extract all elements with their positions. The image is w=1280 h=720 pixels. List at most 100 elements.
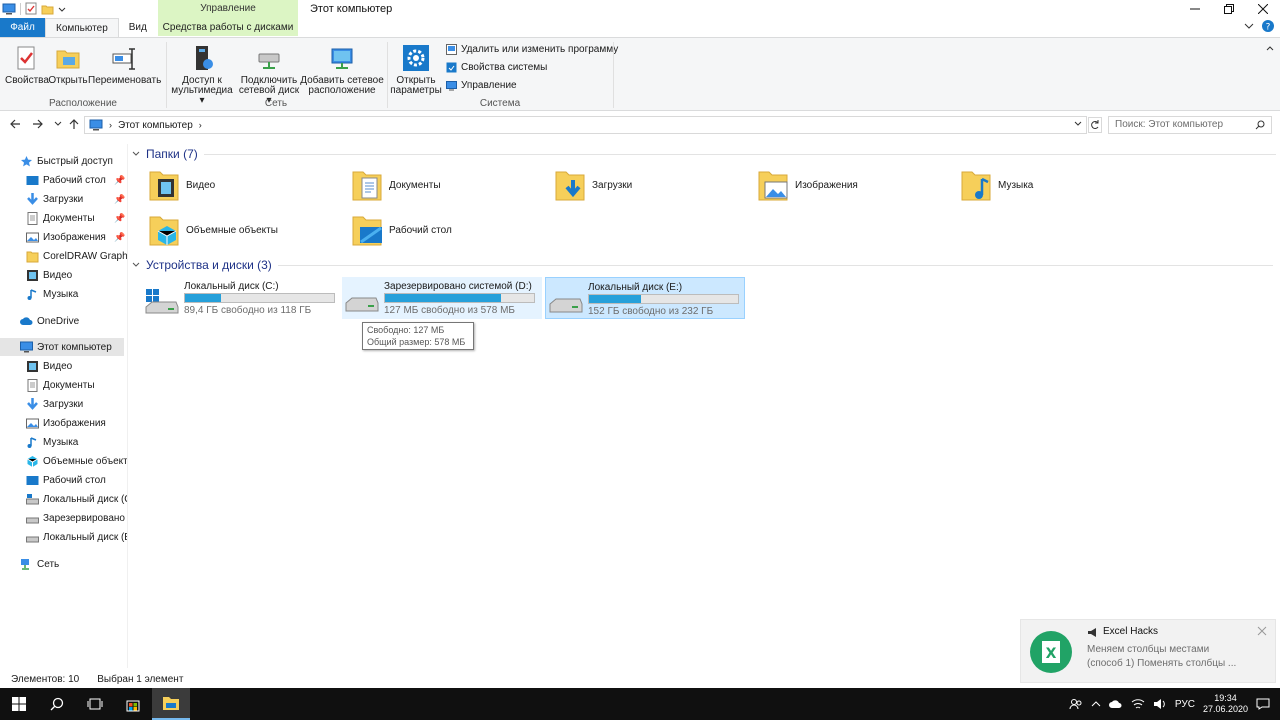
breadcrumb-separator-icon[interactable]: › [109, 120, 112, 130]
nav-pc-documents[interactable]: Документы [0, 376, 127, 394]
ribbon-tabs: Файл Компьютер Вид Средства работы с дис… [0, 18, 1280, 37]
nav-item-music[interactable]: Музыка [0, 285, 127, 303]
folder-documents[interactable]: Документы [351, 168, 441, 202]
nav-pc-downloads[interactable]: Загрузки [0, 395, 127, 413]
drive-e[interactable]: Локальный диск (E:) 152 ГБ свободно из 2… [545, 277, 745, 319]
desktop-icon [26, 174, 39, 187]
system-properties-button[interactable]: Свойства системы [446, 62, 547, 73]
search-icon[interactable] [1255, 120, 1265, 130]
nav-pc-videos[interactable]: Видео [0, 357, 127, 375]
store-icon[interactable] [114, 688, 152, 720]
nav-pc-music[interactable]: Музыка [0, 433, 127, 451]
minimize-button[interactable] [1178, 0, 1212, 18]
nav-pc-desktop[interactable]: Рабочий стол [0, 471, 127, 489]
chevron-up-icon[interactable] [1091, 700, 1101, 708]
rename-button[interactable]: Переименовать [88, 44, 161, 86]
media-access-button[interactable]: Доступ к мультимедиа ▾ [168, 44, 236, 106]
folder-videos[interactable]: Видео [148, 168, 215, 202]
back-arrow-icon[interactable] [9, 118, 21, 130]
help-icon[interactable]: ? [1262, 20, 1274, 32]
task-view-button[interactable] [76, 688, 114, 720]
nav-pc-drive-c[interactable]: Локальный диск (C [0, 490, 127, 508]
drive-d[interactable]: Зарезервировано системой (D:) 127 МБ сво… [342, 277, 542, 319]
open-button[interactable]: Открыть [48, 44, 88, 86]
uninstall-program-button[interactable]: Удалить или изменить программу [446, 44, 618, 55]
close-button[interactable] [1246, 0, 1280, 18]
item-count: Элементов: 10 [11, 673, 80, 685]
nav-pc-3d-objects[interactable]: Объемные объекты [0, 452, 127, 470]
nav-pc-drive-e[interactable]: Локальный диск (E [0, 528, 127, 546]
add-network-location-button[interactable]: Добавить сетевое расположение [300, 44, 384, 96]
address-bar[interactable]: › Этот компьютер › [84, 116, 1087, 134]
manage-button[interactable]: Управление [446, 80, 517, 91]
notification-center-icon[interactable] [1256, 698, 1270, 710]
address-dropdown-icon[interactable] [1074, 121, 1082, 127]
pictures-folder-icon [757, 168, 789, 202]
people-icon[interactable] [1069, 698, 1083, 710]
notification-toast[interactable]: X Excel Hacks Меняем столбцы местами (сп… [1020, 619, 1276, 683]
nav-this-pc[interactable]: Этот компьютер [0, 338, 124, 356]
chevron-down-icon[interactable] [1244, 22, 1254, 30]
nav-item-pictures[interactable]: Изображения 📌 [0, 228, 127, 246]
tab-view[interactable]: Вид [119, 18, 157, 37]
forward-arrow-icon[interactable] [32, 118, 44, 130]
folder-downloads[interactable]: Загрузки [554, 168, 632, 202]
search-taskbar-button[interactable] [38, 688, 76, 720]
properties-button[interactable]: Свойства [5, 44, 49, 86]
properties-icon[interactable] [25, 2, 37, 15]
computer-icon[interactable] [2, 3, 16, 15]
onedrive-tray-icon[interactable] [1108, 699, 1123, 709]
folder-pictures[interactable]: Изображения [757, 168, 858, 202]
language-indicator[interactable]: РУС [1175, 699, 1195, 710]
breadcrumb-separator-icon[interactable]: › [199, 120, 202, 130]
chevron-down-icon[interactable] [58, 5, 66, 13]
address-row: › Этот компьютер › Поиск: Этот компьютер [0, 112, 1280, 138]
folders-section-header[interactable]: Папки (7) [132, 147, 1276, 161]
map-network-drive-button[interactable]: Подключить сетевой диск ▾ [236, 44, 302, 106]
tab-file[interactable]: Файл [0, 18, 45, 37]
search-input[interactable]: Поиск: Этот компьютер [1108, 116, 1272, 134]
folder-music[interactable]: Музыка [960, 168, 1033, 202]
nav-pc-pictures[interactable]: Изображения [0, 414, 127, 432]
folder-3d-objects[interactable]: Объемные объекты [148, 213, 278, 247]
nav-network[interactable]: Сеть [0, 555, 127, 573]
refresh-button[interactable] [1088, 117, 1102, 133]
recent-locations-chevron-icon[interactable] [54, 121, 62, 127]
toast-line-2: (способ 1) Поменять столбцы ... [1087, 658, 1237, 669]
new-folder-icon[interactable] [41, 3, 54, 15]
open-settings-button[interactable]: Открыть параметры [390, 44, 442, 96]
network-icon [20, 558, 33, 571]
star-icon [20, 155, 33, 168]
close-icon[interactable] [1257, 626, 1267, 636]
drive-c[interactable]: Локальный диск (C:) 89,4 ГБ свободно из … [142, 277, 342, 319]
volume-icon[interactable] [1153, 698, 1167, 710]
network-tray-icon[interactable] [1131, 698, 1145, 710]
group-label-network: Сеть [264, 98, 288, 109]
folder-desktop[interactable]: Рабочий стол [351, 213, 452, 247]
nav-item-documents[interactable]: Документы 📌 [0, 209, 127, 227]
group-label-location: Расположение [49, 98, 117, 109]
nav-item-desktop[interactable]: Рабочий стол 📌 [0, 171, 127, 189]
windows-drive-icon [144, 287, 180, 315]
cloud-icon [20, 315, 33, 328]
nav-item-downloads[interactable]: Загрузки 📌 [0, 190, 127, 208]
maximize-button[interactable] [1212, 0, 1246, 18]
tab-computer[interactable]: Компьютер [45, 18, 119, 37]
file-explorer-taskbar-button[interactable] [152, 688, 190, 720]
nav-item-coreldraw[interactable]: CorelDRAW Graphic [0, 247, 127, 265]
downloads-folder-icon [554, 168, 586, 202]
tab-drive-tools[interactable]: Средства работы с дисками [158, 18, 298, 37]
nav-pc-drive-d[interactable]: Зарезервировано с [0, 509, 127, 527]
nav-onedrive[interactable]: OneDrive [0, 312, 127, 330]
devices-section-header[interactable]: Устройства и диски (3) [132, 258, 1273, 272]
nav-item-videos[interactable]: Видео [0, 266, 127, 284]
up-arrow-icon[interactable] [68, 118, 80, 130]
start-button[interactable] [0, 688, 38, 720]
folder-icon [26, 250, 39, 263]
clock[interactable]: 19:34 27.06.2020 [1203, 693, 1248, 715]
ribbon-collapse-icon[interactable] [1266, 44, 1274, 52]
group-label-system: Система [479, 98, 521, 109]
gear-icon [402, 44, 430, 72]
nav-quick-access[interactable]: Быстрый доступ [0, 152, 127, 170]
breadcrumb-this-pc[interactable]: Этот компьютер [118, 120, 193, 131]
